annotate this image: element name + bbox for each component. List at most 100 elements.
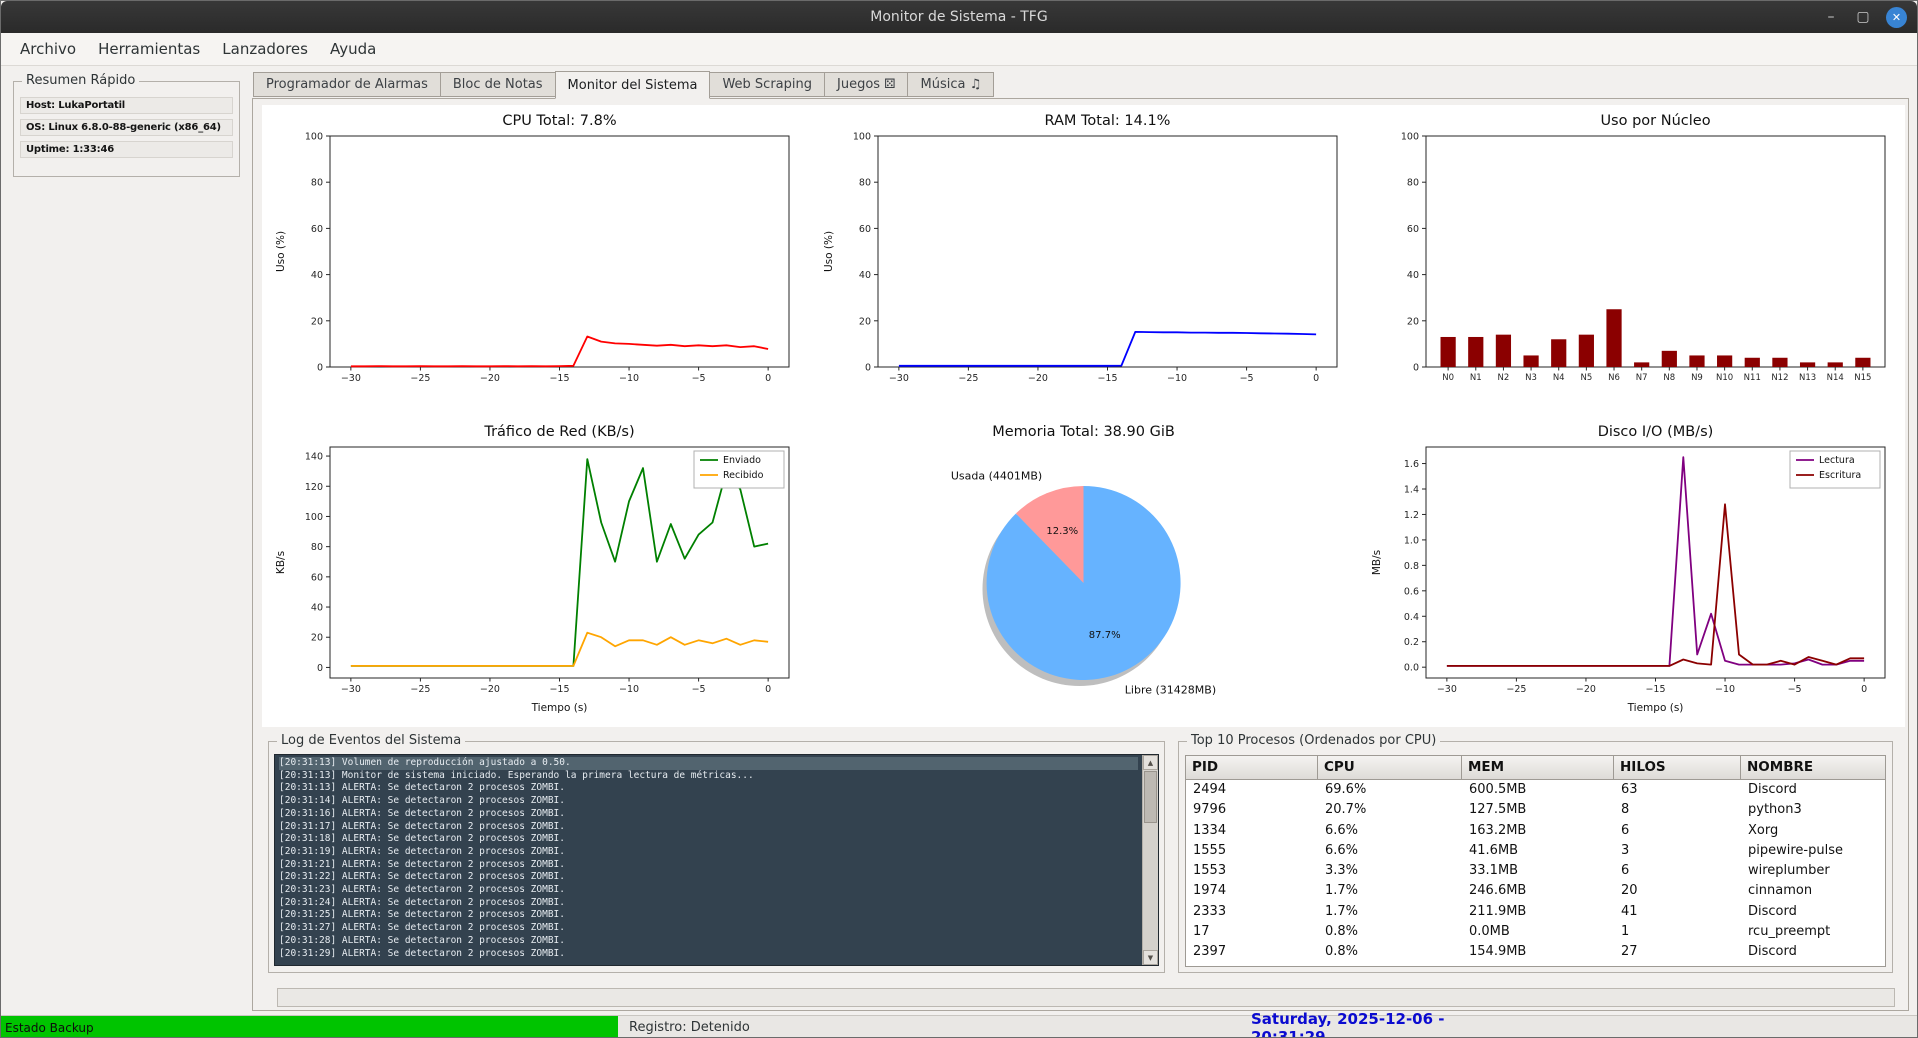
table-cell: 1.7% [1318, 902, 1462, 922]
minimize-icon[interactable]: – [1822, 9, 1840, 25]
svg-text:100: 100 [853, 132, 871, 143]
svg-text:−30: −30 [889, 373, 909, 384]
svg-text:Libre (31428MB): Libre (31428MB) [1125, 684, 1216, 697]
disk-chart-cell: Disco I/O (MB/s)0.00.20.40.60.81.01.21.4… [1358, 416, 1905, 727]
table-cell: 1 [1614, 922, 1741, 942]
table-cell: 20 [1614, 881, 1741, 901]
menu-archivo[interactable]: Archivo [9, 35, 87, 63]
log-line: [20:31:25] ALERTA: Se detectaron 2 proce… [279, 909, 1138, 922]
column-header-nombre[interactable]: NOMBRE [1741, 756, 1885, 780]
svg-text:Tiempo (s): Tiempo (s) [1626, 702, 1683, 714]
svg-text:−10: −10 [619, 373, 639, 384]
column-header-mem[interactable]: MEM [1462, 756, 1614, 780]
scrollbar-thumb[interactable] [1144, 771, 1157, 823]
table-cell: wireplumber [1741, 861, 1885, 881]
svg-text:0.0: 0.0 [1404, 663, 1419, 674]
close-icon[interactable]: ✕ [1886, 7, 1907, 28]
svg-text:N3: N3 [1525, 373, 1537, 383]
table-row[interactable]: 249469.6%600.5MB63Discord [1186, 780, 1885, 800]
tab-monitor-del-sistema[interactable]: Monitor del Sistema [555, 71, 711, 99]
svg-text:Escritura: Escritura [1819, 470, 1861, 481]
tab-web-scraping[interactable]: Web Scraping [709, 72, 825, 97]
column-header-pid[interactable]: PID [1186, 756, 1318, 780]
tab-bloc-de-notas[interactable]: Bloc de Notas [440, 72, 556, 97]
svg-text:RAM Total: 14.1%: RAM Total: 14.1% [1045, 113, 1171, 129]
network-chart-cell: Tráfico de Red (KB/s)020406080100120140−… [262, 416, 809, 727]
table-cell: 8 [1614, 800, 1741, 820]
svg-text:0: 0 [317, 363, 323, 374]
svg-text:40: 40 [311, 603, 323, 614]
table-cell: 3.3% [1318, 861, 1462, 881]
table-cell: 2397 [1186, 942, 1318, 962]
table-cell: 1553 [1186, 861, 1318, 881]
menu-ayuda[interactable]: Ayuda [319, 35, 387, 63]
table-row[interactable]: 19741.7%246.6MB20cinnamon [1186, 881, 1885, 901]
svg-text:1.6: 1.6 [1404, 459, 1419, 470]
table-cell: 246.6MB [1462, 881, 1614, 901]
svg-text:40: 40 [1407, 270, 1419, 281]
window-title: Monitor de Sistema - TFG [1, 1, 1917, 33]
table-row[interactable]: 15533.3%33.1MB6wireplumber [1186, 861, 1885, 881]
cpu-total-chart: CPU Total: 7.8%020406080100−30−25−20−15−… [268, 108, 803, 413]
svg-text:CPU Total: 7.8%: CPU Total: 7.8% [503, 113, 617, 129]
svg-text:80: 80 [311, 542, 323, 553]
scroll-up-icon[interactable]: ▲ [1143, 755, 1158, 770]
svg-text:140: 140 [305, 452, 323, 463]
table-cell: 154.9MB [1462, 942, 1614, 962]
table-row[interactable]: 23331.7%211.9MB41Discord [1186, 902, 1885, 922]
tab-juegos[interactable]: Juegos ⚄ [824, 72, 908, 97]
log-line: [20:31:14] ALERTA: Se detectaron 2 proce… [279, 795, 1138, 808]
svg-text:100: 100 [305, 132, 323, 143]
table-cell: 3 [1614, 841, 1741, 861]
svg-text:−5: −5 [1787, 684, 1801, 695]
backup-progress-label: Estado Backup [5, 1021, 94, 1035]
log-line: [20:31:13] Monitor de sistema iniciado. … [279, 770, 1138, 783]
svg-text:−10: −10 [1167, 373, 1187, 384]
table-cell: 2494 [1186, 780, 1318, 800]
log-scrollbar[interactable]: ▲ ▼ [1142, 755, 1158, 965]
datetime-label: Saturday, 2025-12-06 - 20:31:29 [1251, 1016, 1523, 1038]
svg-text:N14: N14 [1826, 373, 1843, 383]
column-header-hilos[interactable]: HILOS [1614, 756, 1741, 780]
svg-text:20: 20 [311, 316, 323, 327]
svg-text:0.2: 0.2 [1404, 637, 1419, 648]
svg-text:N4: N4 [1552, 373, 1564, 383]
log-line: [20:31:17] ALERTA: Se detectaron 2 proce… [279, 821, 1138, 834]
table-row[interactable]: 23970.8%154.9MB27Discord [1186, 942, 1885, 962]
log-text-area[interactable]: [20:31:13] Volumen de reproducción ajust… [274, 754, 1159, 966]
table-row[interactable]: 13346.6%163.2MB6Xorg [1186, 821, 1885, 841]
ram-total-chart: RAM Total: 14.1%020406080100−30−25−20−15… [816, 108, 1351, 413]
log-line: [20:31:27] ALERTA: Se detectaron 2 proce… [279, 922, 1138, 935]
table-row[interactable]: 979620.7%127.5MB8python3 [1186, 800, 1885, 820]
svg-text:N0: N0 [1442, 373, 1454, 383]
menu-herramientas[interactable]: Herramientas [87, 35, 211, 63]
column-header-cpu[interactable]: CPU [1318, 756, 1462, 780]
svg-text:−20: −20 [1576, 684, 1596, 695]
svg-text:Uso (%): Uso (%) [823, 231, 835, 272]
table-cell: 211.9MB [1462, 902, 1614, 922]
maximize-icon[interactable]: ▢ [1854, 9, 1872, 25]
svg-text:N2: N2 [1497, 373, 1509, 383]
table-cell: pipewire-pulse [1741, 841, 1885, 861]
summary-host: Host: LukaPortatil [20, 97, 233, 114]
table-cell: 27 [1614, 942, 1741, 962]
tab-programador-de-alarmas[interactable]: Programador de Alarmas [253, 72, 441, 97]
summary-frame-label: Resumen Rápido [22, 73, 139, 88]
table-row[interactable]: 15556.6%41.6MB3pipewire-pulse [1186, 841, 1885, 861]
svg-text:−10: −10 [1715, 684, 1735, 695]
svg-text:0: 0 [765, 684, 771, 695]
svg-text:0.6: 0.6 [1404, 586, 1419, 597]
scroll-down-icon[interactable]: ▼ [1143, 950, 1158, 965]
table-row[interactable]: 170.8%0.0MB1rcu_preempt [1186, 922, 1885, 942]
svg-text:20: 20 [859, 316, 871, 327]
svg-text:−15: −15 [550, 373, 570, 384]
summary-rows: Host: LukaPortatilOS: Linux 6.8.0-88-gen… [20, 92, 233, 158]
svg-text:80: 80 [1407, 178, 1419, 189]
menu-lanzadores[interactable]: Lanzadores [211, 35, 319, 63]
svg-text:40: 40 [859, 270, 871, 281]
svg-text:60: 60 [311, 224, 323, 235]
log-line: [20:31:18] ALERTA: Se detectaron 2 proce… [279, 833, 1138, 846]
tab-m-sica[interactable]: Música ♫ [907, 72, 994, 97]
svg-text:Usada (4401MB): Usada (4401MB) [951, 469, 1042, 482]
svg-text:1.0: 1.0 [1404, 535, 1419, 546]
